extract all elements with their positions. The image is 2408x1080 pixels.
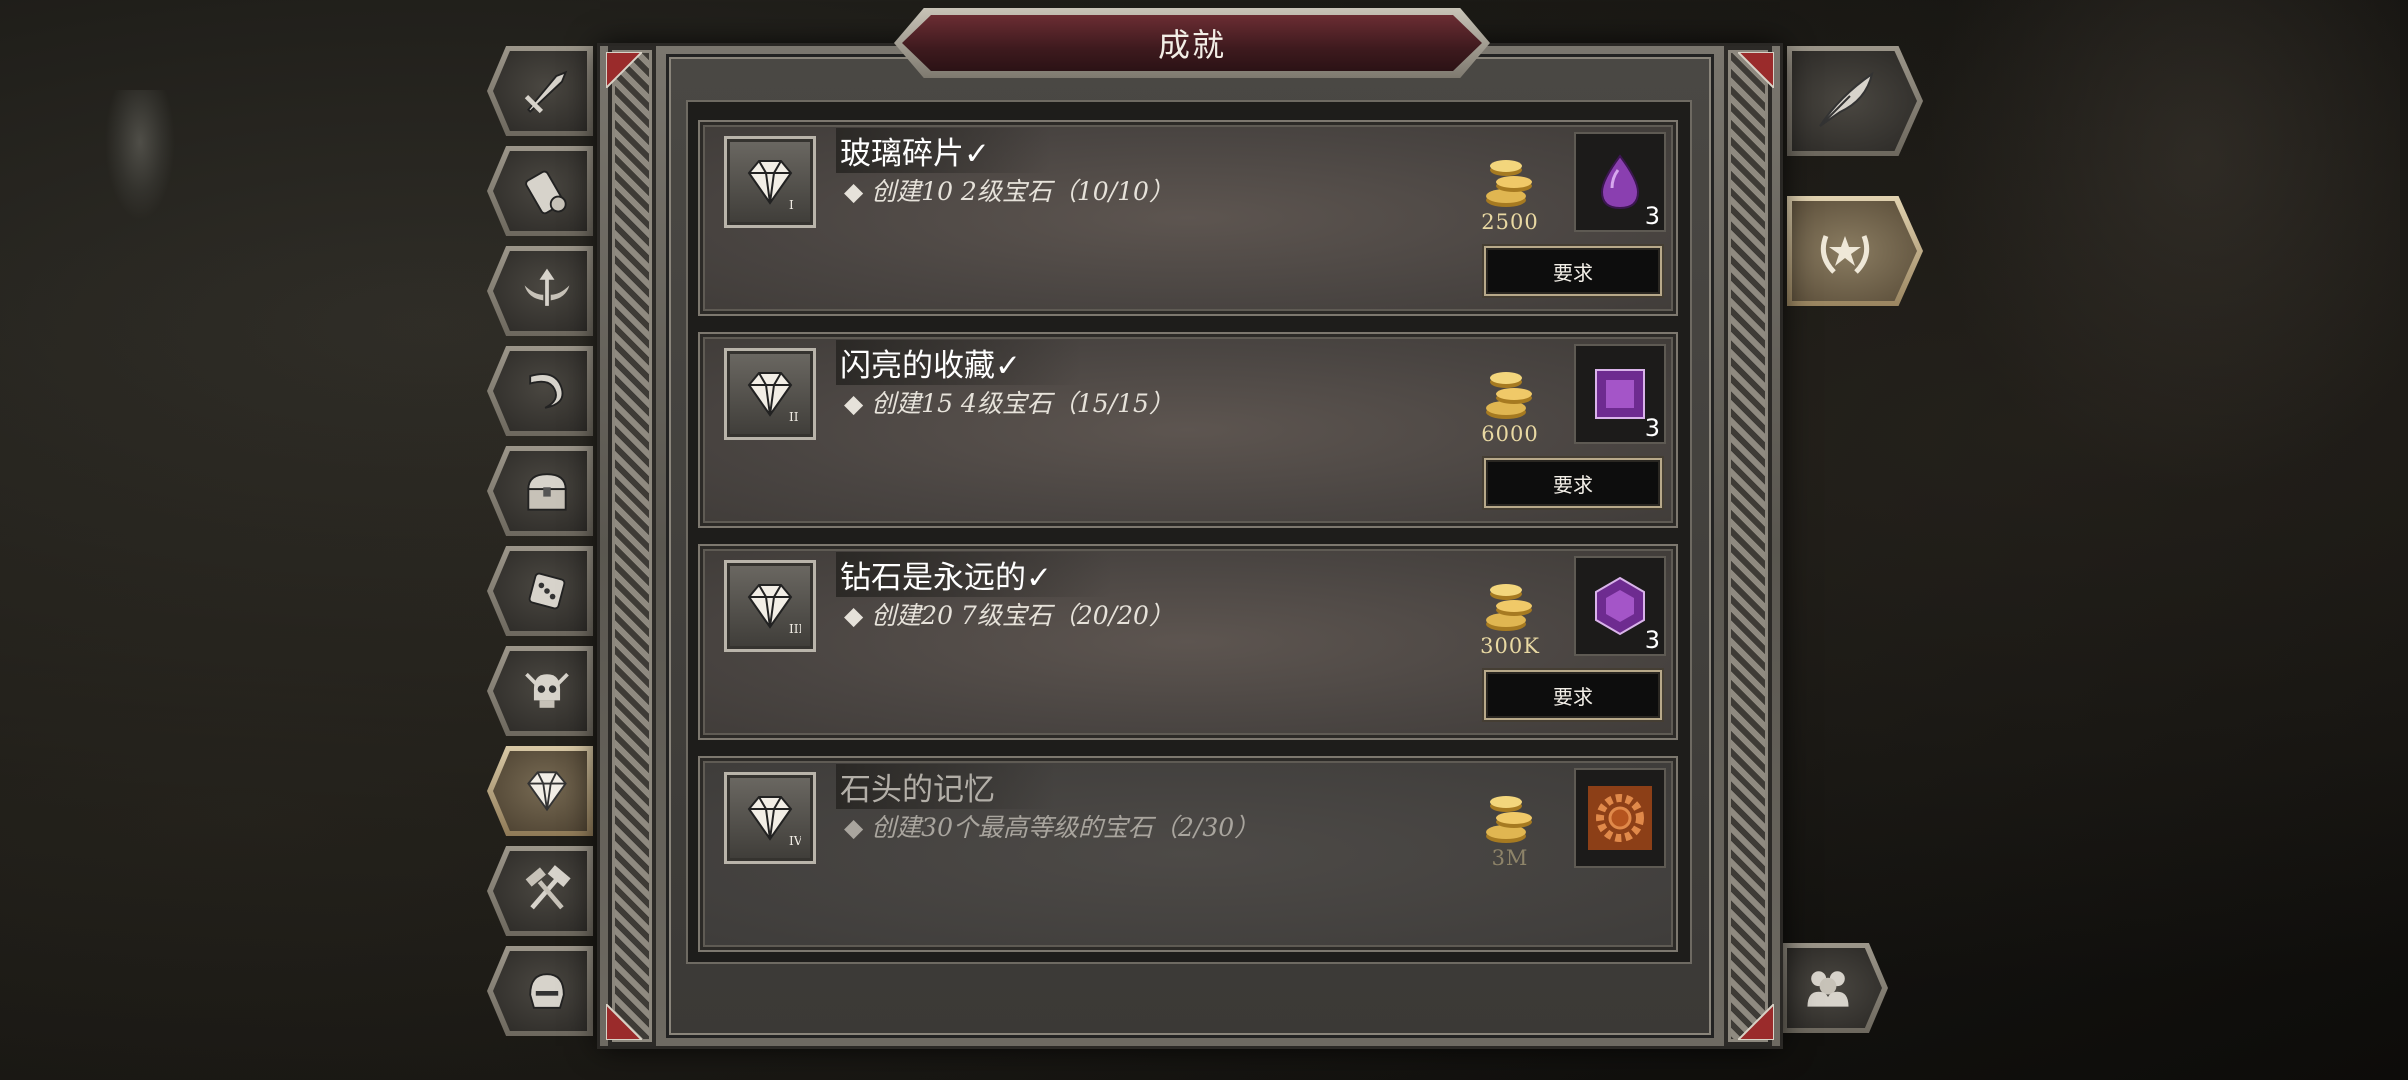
achievement-description: ◆ 创建10 2级宝石（10/10） [844, 177, 1174, 206]
gem-badge-icon: I [747, 160, 794, 212]
reward-item-slot[interactable]: 3 [1574, 132, 1666, 232]
tier-label: III [789, 622, 801, 636]
scroll-icon [525, 170, 567, 215]
achievement-description: ◆ 创建15 4级宝石（15/15） [844, 389, 1174, 418]
achievement-badge: II [724, 348, 816, 440]
achievement-row[interactable]: I 玻璃碎片✓ ◆ 创建10 2级宝石（10/10） 2500 3 要求 [698, 120, 1678, 316]
tier-label: II [789, 410, 799, 424]
requirements-button[interactable]: 要求 [1484, 246, 1662, 296]
gem-badge-icon: IV [747, 796, 801, 848]
reward-item-slot[interactable] [1574, 768, 1666, 868]
skull-icon [525, 672, 569, 708]
tab-scrolls[interactable] [487, 146, 593, 236]
tier-label: IV [789, 834, 801, 848]
achievement-title: 石头的记忆 [836, 764, 1055, 809]
background-tree [1900, 0, 2400, 520]
gold-reward-value: 300K [1480, 634, 1540, 658]
gold-coins-icon [1486, 160, 1532, 207]
corner-ornament [1738, 52, 1774, 88]
amethyst-square-icon [1595, 369, 1645, 419]
background-character [105, 90, 175, 220]
window-title: 成就 [1157, 26, 1226, 64]
achievement-title: 闪亮的收藏✓ [836, 340, 1081, 385]
reward-item-count: 3 [1644, 626, 1660, 654]
gold-coins-icon [1486, 372, 1532, 419]
tab-skills[interactable] [487, 246, 593, 336]
achievement-description: ◆ 创建30个最高等级的宝石（2/30） [844, 813, 1260, 842]
quill-icon [1818, 71, 1874, 127]
tab-chests[interactable] [487, 446, 593, 536]
amethyst-drop-icon [1600, 154, 1640, 210]
sword-icon [524, 70, 568, 114]
requirements-button[interactable]: 要求 [1484, 670, 1662, 720]
dice-icon [528, 572, 566, 610]
tab-weapons[interactable] [487, 46, 593, 136]
gem-icon [527, 771, 567, 812]
laurel-star-icon [1820, 235, 1869, 274]
reward-item-count: 3 [1644, 202, 1660, 230]
corner-ornament [606, 1004, 642, 1040]
group-icon [1806, 971, 1849, 1007]
hammers-icon [525, 865, 571, 910]
winged-arrow-icon [524, 268, 570, 306]
helmet-icon [529, 973, 565, 1009]
achievement-row[interactable]: IV 石头的记忆 ◆ 创建30个最高等级的宝石（2/30） 3M [698, 756, 1678, 952]
achievement-row[interactable]: III 钻石是永远的✓ ◆ 创建20 7级宝石（20/20） 300K 3 要求 [698, 544, 1678, 740]
tab-armor[interactable] [487, 946, 593, 1036]
tab-dice[interactable] [487, 546, 593, 636]
tab-crafting[interactable] [487, 846, 593, 936]
gold-reward-value: 6000 [1481, 422, 1539, 446]
tier-label: I [789, 198, 794, 212]
reward-item-count: 3 [1644, 414, 1660, 442]
left-frame-border [608, 46, 656, 1046]
achievement-badge: I [724, 136, 816, 228]
achievement-badge: III [724, 560, 816, 652]
tab-horn[interactable] [487, 346, 593, 436]
locked-reward-gear-icon [1588, 786, 1652, 850]
right-frame-border [1724, 46, 1772, 1046]
gold-reward-value: 3M [1491, 846, 1529, 870]
reward-item-slot[interactable]: 3 [1574, 344, 1666, 444]
gold-reward-value: 2500 [1481, 210, 1539, 234]
requirements-button[interactable]: 要求 [1484, 458, 1662, 508]
tab-journal[interactable] [1787, 46, 1923, 156]
corner-ornament [1738, 1004, 1774, 1040]
title-banner: 成就 [894, 8, 1490, 78]
achievement-row[interactable]: II 闪亮的收藏✓ ◆ 创建15 4级宝石（15/15） 6000 3 要求 [698, 332, 1678, 528]
chest-icon [527, 473, 567, 511]
achievement-badge: IV [724, 772, 816, 864]
gem-badge-icon: III [747, 584, 801, 636]
horn-icon [529, 373, 564, 409]
corner-ornament [606, 52, 642, 88]
gold-coins-icon [1486, 584, 1532, 631]
tab-achievements[interactable] [1787, 196, 1923, 306]
tab-monsters[interactable] [487, 646, 593, 736]
gem-badge-icon: II [747, 372, 799, 424]
achievement-description: ◆ 创建20 7级宝石（20/20） [844, 601, 1174, 630]
gold-coins-icon [1486, 796, 1532, 843]
achievement-title: 玻璃碎片✓ [836, 128, 1050, 173]
amethyst-hexagon-icon [1595, 576, 1645, 636]
tab-party[interactable] [1782, 943, 1888, 1033]
reward-item-slot[interactable]: 3 [1574, 556, 1666, 656]
achievement-title: 钻石是永远的✓ [836, 552, 1112, 597]
tab-gems[interactable] [487, 746, 593, 836]
